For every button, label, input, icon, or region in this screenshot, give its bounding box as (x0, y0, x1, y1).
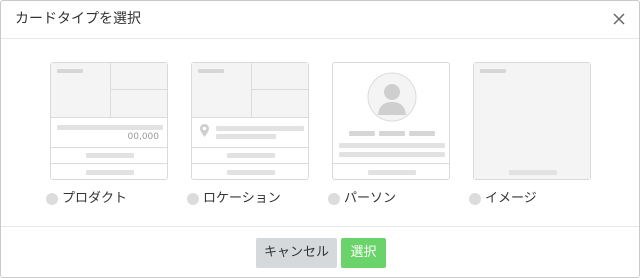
avatar-icon (367, 72, 417, 122)
option-image[interactable]: イメージ (469, 191, 549, 207)
cancel-button[interactable]: キャンセル (256, 238, 337, 268)
option-product[interactable]: プロダクト (46, 191, 136, 207)
card-image-preview[interactable] (473, 62, 591, 180)
radio-image[interactable] (469, 193, 481, 205)
card-person-preview[interactable] (332, 62, 450, 180)
option-location-label: ロケーション (203, 191, 281, 206)
option-person-label: パーソン (344, 191, 397, 206)
option-person[interactable]: パーソン (328, 191, 408, 207)
product-image-thumb (111, 90, 167, 117)
image-area (474, 63, 590, 179)
option-image-label: イメージ (485, 191, 537, 206)
close-icon[interactable] (611, 11, 627, 27)
card-product-preview[interactable]: 00,000 (50, 62, 168, 180)
option-location[interactable]: ロケーション (187, 191, 287, 207)
product-image-thumb (111, 63, 167, 89)
radio-location[interactable] (187, 193, 199, 205)
card-location-preview[interactable] (191, 62, 309, 180)
option-product-label: プロダクト (62, 191, 128, 206)
card-type-dialog: カードタイプを選択 00,000 プロダクト ロケーション パーソン イメージ … (0, 0, 640, 278)
dialog-header: カードタイプを選択 (1, 1, 639, 39)
dialog-footer: キャンセル 選択 (1, 226, 639, 278)
location-pin-icon (200, 124, 209, 137)
radio-person[interactable] (328, 193, 340, 205)
dialog-title: カードタイプを選択 (15, 11, 141, 27)
select-button[interactable]: 選択 (341, 238, 386, 268)
radio-product[interactable] (46, 193, 58, 205)
product-price: 00,000 (127, 132, 160, 142)
